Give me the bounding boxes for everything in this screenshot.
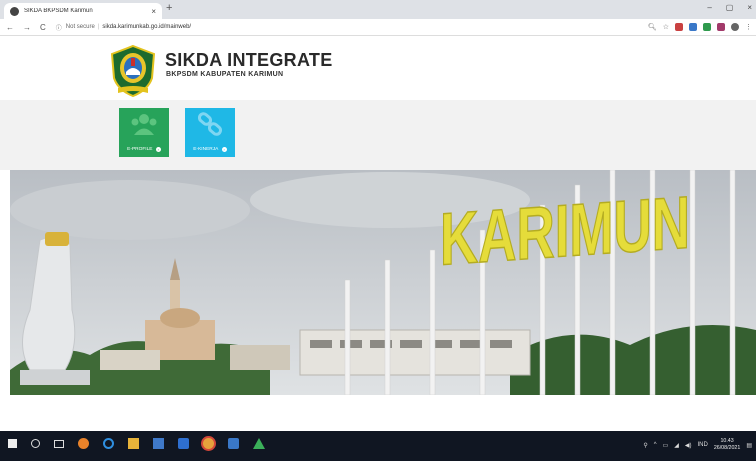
profile-icon[interactable] [731,23,739,31]
karimun-emblem-icon [110,44,156,98]
clock-time: 10.43 [720,438,734,444]
link-chain-icon [197,112,223,136]
tab-title: SIKDA BKPSDM Karimun [24,8,93,14]
address-bar[interactable]: ⓘ Not secure | sikda.karimunkab.go.id/ma… [56,23,216,32]
extension-icon[interactable] [703,23,711,31]
store-icon[interactable] [153,438,164,449]
e-kinerja-tile[interactable]: E-KINERJA › [185,108,235,157]
photos-icon[interactable] [228,438,239,449]
extension-icons: 🔍︎ ☆ ⋮ [648,23,752,31]
language-indicator[interactable]: IND [697,442,707,448]
task-view-icon[interactable] [54,439,64,448]
menu-dots-icon[interactable]: ⋮ [745,23,752,31]
site-title: SIKDA INTEGRATE [165,50,333,70]
search-icon[interactable] [31,439,40,448]
forward-arrow-icon[interactable]: → [23,23,31,32]
maximize-button[interactable]: ▢ [726,3,734,12]
url-text: sikda.karimunkab.go.id/mainweb/ [102,24,192,30]
extension-icon[interactable] [717,23,725,31]
e-profile-label: E-PROFILE › [127,147,161,152]
menu-band [0,100,756,170]
chrome-icon[interactable] [203,438,214,449]
notification-icon[interactable]: ▤ [746,442,752,449]
new-tab-button[interactable]: + [166,2,172,14]
system-tray: ⚲ ^ ▭ ◢ ◀) IND 10.43 26/08/2021 ▤ [643,438,752,452]
network-icon[interactable]: ◢ [674,442,679,449]
security-label: Not secure [65,24,95,30]
app-icon[interactable] [178,438,189,449]
file-explorer-icon[interactable] [128,438,139,449]
e-profile-tile[interactable]: E-PROFILE › [119,108,169,157]
site-favicon-icon [10,6,19,16]
volume-icon[interactable]: ◀) [685,442,692,449]
edge-icon[interactable] [103,438,114,449]
chevron-up-icon[interactable]: ^ [654,442,657,448]
minimize-button[interactable]: – [707,3,711,12]
info-icon[interactable]: ⓘ [56,23,62,32]
windows-taskbar: ⚲ ^ ▭ ◢ ◀) IND 10.43 26/08/2021 ▤ [0,431,756,461]
browser-tab-strip: SIKDA BKPSDM Karimun × + – ▢ × [0,0,756,19]
extension-icon[interactable] [689,23,697,31]
nav-buttons: ← → C [6,23,46,32]
hero-banner: KARIMUN [10,170,756,395]
tab-close-icon[interactable]: × [151,7,156,16]
search-icon[interactable]: 🔍︎ [648,23,657,31]
reload-icon[interactable]: C [40,23,46,32]
bookmark-star-icon[interactable]: ☆ [663,23,669,31]
arrow-right-icon: › [221,147,227,152]
site-subtitle: BKPSDM KABUPATEN KARIMUN [166,71,284,78]
back-arrow-icon[interactable]: ← [6,23,14,32]
browser-toolbar: ← → C ⓘ Not secure | sikda.karimunkab.go… [0,19,756,36]
karimun-sign-text: KARIMUN [440,181,690,281]
windows-start-icon[interactable] [8,439,17,448]
battery-icon[interactable]: ▭ [663,442,669,449]
people-icon[interactable]: ⚲ [643,442,647,449]
clock-date: 26/08/2021 [713,445,741,451]
clock[interactable]: 10.43 26/08/2021 [714,438,741,452]
firefox-icon[interactable] [78,438,89,449]
drive-icon[interactable] [253,438,265,449]
window-controls: – ▢ × [707,3,752,12]
karimun-landmark-image: KARIMUN [10,170,756,395]
address-divider: | [97,24,100,30]
browser-tab[interactable]: SIKDA BKPSDM Karimun × [4,3,162,19]
e-kinerja-label: E-KINERJA › [193,147,227,152]
users-icon [131,114,157,135]
taskbar-apps [8,438,265,449]
extension-icon[interactable] [675,23,683,31]
arrow-right-icon: › [155,147,161,152]
close-window-button[interactable]: × [747,3,752,12]
